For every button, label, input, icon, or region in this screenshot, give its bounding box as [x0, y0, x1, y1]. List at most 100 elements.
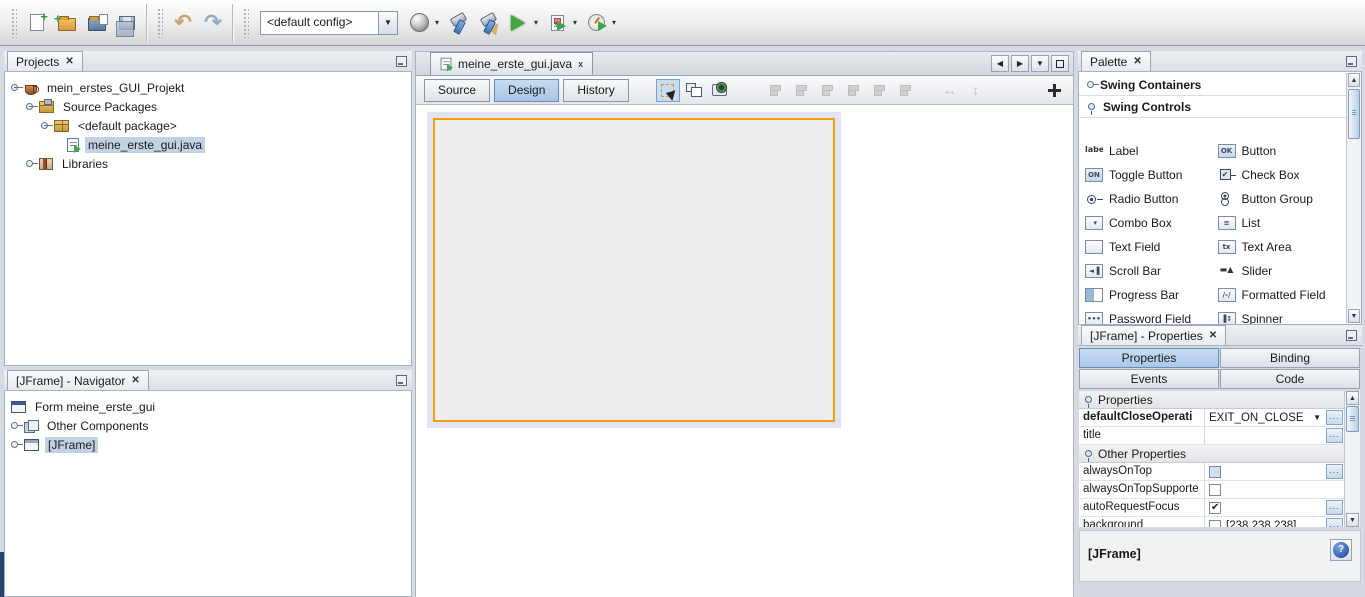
toolbar-grip[interactable]	[157, 8, 163, 38]
undo-button[interactable]: ↶	[168, 8, 198, 38]
tree-item-jframe[interactable]: [JFrame]	[9, 435, 411, 454]
tab-editor-file[interactable]: meine_erste_gui.java x	[430, 52, 593, 75]
tab-navigator[interactable]: [JFrame] - Navigator ✕	[7, 370, 149, 390]
minimize-window-icon[interactable]	[1346, 56, 1357, 67]
property-value-editor[interactable]: [238,238,238]	[1205, 517, 1326, 527]
new-file-button[interactable]: +	[22, 8, 52, 38]
property-value-editor[interactable]	[1205, 481, 1344, 498]
property-row-title[interactable]: title ...	[1079, 427, 1344, 445]
preview-design-button[interactable]	[708, 79, 732, 102]
chevron-down-icon[interactable]: ▾	[612, 18, 616, 27]
palette-item-progress-bar[interactable]: Progress Bar	[1080, 283, 1213, 307]
new-project-button[interactable]: +	[52, 8, 82, 38]
minimize-window-icon[interactable]	[1346, 330, 1357, 341]
collapse-handle-icon[interactable]	[26, 103, 33, 110]
close-icon[interactable]: x	[578, 59, 583, 69]
property-row-alwaysontopsupported[interactable]: alwaysOnTopSupporte	[1079, 481, 1344, 499]
palette-item-text-area[interactable]: txText Area	[1213, 235, 1346, 259]
checkbox-unchecked-icon[interactable]	[1209, 484, 1221, 496]
properties-scrollbar[interactable]: ▲ ▼	[1344, 391, 1360, 527]
chevron-down-icon[interactable]: ▾	[573, 18, 577, 27]
scrollbar-thumb[interactable]	[1346, 406, 1359, 432]
palette-scrollbar[interactable]: ▲ ▼	[1346, 73, 1361, 323]
close-icon[interactable]: ✕	[1133, 57, 1141, 67]
scroll-down-icon[interactable]: ▼	[1346, 513, 1359, 527]
property-value-editor[interactable]	[1205, 499, 1326, 516]
palette-item-scroll-bar[interactable]: ◄▐Scroll Bar	[1080, 259, 1213, 283]
palette-item-radio-button[interactable]: Radio Button	[1080, 187, 1213, 211]
tree-item-libraries[interactable]: Libraries	[9, 154, 411, 173]
tree-item-form[interactable]: Form meine_erste_gui	[9, 397, 411, 416]
collapse-handle-icon[interactable]	[1085, 396, 1092, 403]
tab-palette[interactable]: Palette ✕	[1081, 51, 1151, 71]
palette-item-spinner[interactable]: ▐↕Spinner	[1213, 307, 1346, 324]
tree-item-source-packages[interactable]: Source Packages	[9, 97, 411, 116]
palette-category-swing-controls[interactable]: Swing Controls	[1079, 96, 1361, 118]
help-button[interactable]: ?	[1330, 539, 1352, 561]
toolbar-grip[interactable]	[243, 8, 249, 38]
run-project-button[interactable]	[503, 8, 533, 38]
resize-vertical-button[interactable]: ↕	[964, 79, 988, 102]
toolbar-grip[interactable]	[11, 8, 17, 38]
expand-handle-icon[interactable]	[11, 422, 18, 429]
expand-handle-icon[interactable]	[11, 441, 18, 448]
history-view-button[interactable]: History	[563, 79, 628, 102]
center-horizontal-button[interactable]	[816, 79, 840, 102]
properties-section-header[interactable]: Properties	[1079, 391, 1344, 409]
property-row-alwaysontop[interactable]: alwaysOnTop ...	[1079, 463, 1344, 481]
pan-button[interactable]	[1042, 79, 1066, 102]
design-view-button[interactable]: Design	[494, 79, 559, 102]
palette-item-label[interactable]: labelLabel	[1080, 139, 1213, 163]
connection-mode-button[interactable]	[682, 79, 706, 102]
property-value-editor[interactable]	[1205, 463, 1326, 480]
build-project-button[interactable]	[443, 8, 473, 38]
palette-category-swing-containers[interactable]: Swing Containers	[1079, 74, 1361, 96]
tab-properties-window[interactable]: [JFrame] - Properties ✕	[1081, 325, 1226, 345]
selection-mode-button[interactable]	[656, 79, 680, 102]
ellipsis-button[interactable]: ...	[1326, 410, 1343, 425]
property-row-background[interactable]: background [238,238,238] ...	[1079, 517, 1344, 527]
checkbox-unchecked-icon[interactable]	[1209, 520, 1221, 528]
collapse-handle-icon[interactable]	[1085, 450, 1092, 457]
palette-item-password-field[interactable]: •••Password Field	[1080, 307, 1213, 324]
debug-project-button[interactable]	[542, 8, 572, 38]
property-row-autorequestfocus[interactable]: autoRequestFocus ...	[1079, 499, 1344, 517]
chevron-down-icon[interactable]: ▾	[534, 18, 538, 27]
project-config-combobox[interactable]: <default config> ▼	[260, 11, 398, 35]
chevron-down-icon[interactable]: ▼	[1313, 413, 1324, 422]
checkbox-unchecked-icon[interactable]	[1209, 466, 1221, 478]
maximize-window-button[interactable]	[1051, 55, 1069, 72]
open-project-button[interactable]	[82, 8, 112, 38]
jframe-design-surface[interactable]	[433, 118, 835, 422]
close-icon[interactable]: ✕	[65, 57, 73, 67]
resize-horizontal-button[interactable]: ↔	[938, 79, 962, 102]
source-view-button[interactable]: Source	[424, 79, 490, 102]
save-all-button[interactable]	[112, 8, 142, 38]
clean-build-project-button[interactable]	[473, 8, 503, 38]
scroll-tabs-left-button[interactable]: ◀	[991, 55, 1009, 72]
chevron-down-icon[interactable]: ▼	[378, 11, 398, 35]
tab-properties[interactable]: Properties	[1079, 348, 1219, 368]
close-icon[interactable]: ✕	[131, 376, 139, 386]
scroll-up-icon[interactable]: ▲	[1346, 391, 1359, 405]
palette-item-text-field[interactable]: Text Field	[1080, 235, 1213, 259]
tree-item-default-package[interactable]: <default package>	[9, 116, 411, 135]
tab-binding[interactable]: Binding	[1220, 348, 1360, 368]
property-value-editor[interactable]: EXIT_ON_CLOSE ▼	[1205, 409, 1326, 426]
collapse-handle-icon[interactable]	[1088, 103, 1095, 110]
profile-project-button[interactable]	[581, 8, 611, 38]
palette-item-formatted-field[interactable]: /-/Formatted Field	[1213, 283, 1346, 307]
palette-item-button[interactable]: OKButton	[1213, 139, 1346, 163]
collapse-handle-icon[interactable]	[41, 122, 48, 129]
tab-list-dropdown-button[interactable]: ▼	[1031, 55, 1049, 72]
palette-item-check-box[interactable]: Check Box	[1213, 163, 1346, 187]
expand-handle-icon[interactable]	[26, 160, 33, 167]
align-right-button[interactable]	[790, 79, 814, 102]
tab-projects[interactable]: Projects ✕	[7, 51, 83, 71]
align-bottom-button[interactable]	[868, 79, 892, 102]
scroll-up-icon[interactable]: ▲	[1348, 73, 1360, 87]
palette-item-list[interactable]: ≡List	[1213, 211, 1346, 235]
close-icon[interactable]: ✕	[1209, 331, 1217, 341]
ellipsis-button[interactable]: ...	[1326, 500, 1343, 515]
tree-item-project[interactable]: mein_erstes_GUI_Projekt	[9, 78, 411, 97]
